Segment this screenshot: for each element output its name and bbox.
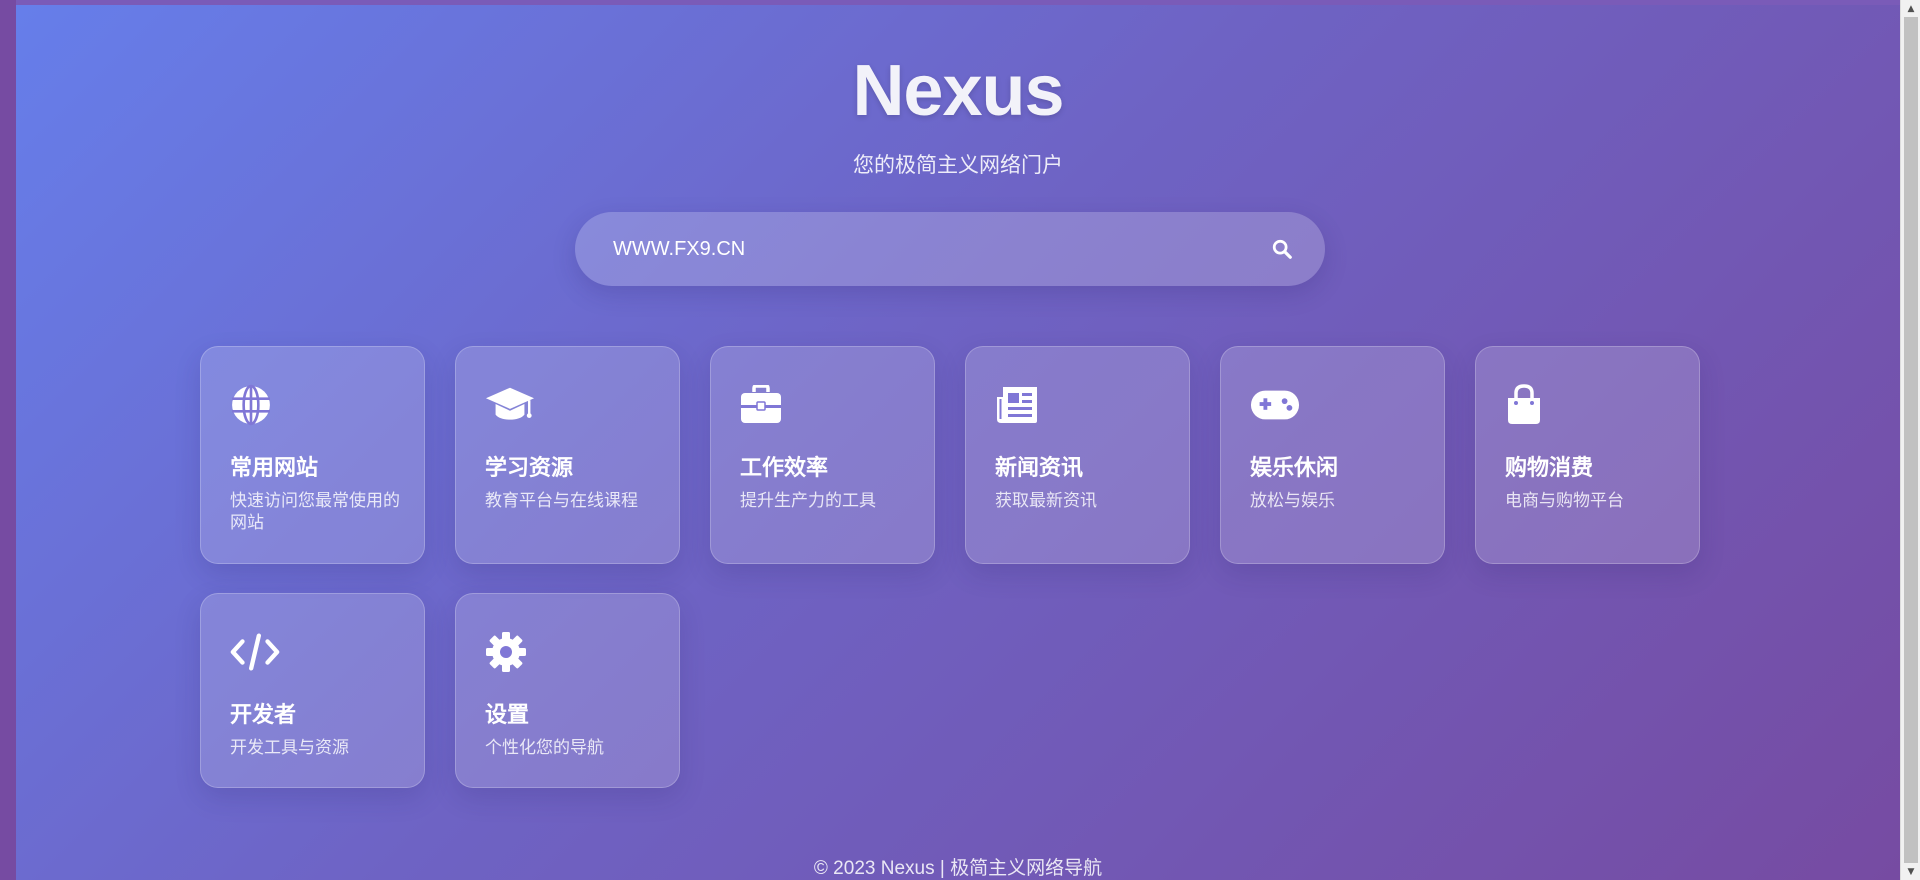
globe-icon: [230, 383, 280, 427]
search-icon: [1272, 239, 1292, 259]
card-title: 娱乐休闲: [1250, 455, 1339, 480]
gamepad-icon: [1250, 383, 1300, 427]
graduation-cap-icon: [485, 383, 535, 427]
card-title: 购物消费: [1505, 455, 1594, 480]
card-title: 学习资源: [485, 455, 574, 480]
scroll-down-arrow-icon[interactable]: ▼: [1901, 863, 1920, 880]
search-input[interactable]: [613, 212, 1233, 286]
card-description: 开发工具与资源: [230, 738, 349, 757]
card-title: 工作效率: [740, 455, 829, 480]
card-title: 新闻资讯: [995, 455, 1084, 480]
card-description: 电商与购物平台: [1505, 491, 1624, 510]
card-title: 常用网站: [230, 455, 319, 480]
card-learning-resources[interactable]: 学习资源 教育平台与在线课程: [455, 346, 680, 564]
card-productivity[interactable]: 工作效率 提升生产力的工具: [710, 346, 935, 564]
card-developer[interactable]: 开发者 开发工具与资源: [200, 593, 425, 788]
search-bar: [575, 212, 1325, 286]
code-icon: [230, 630, 280, 674]
page-background: Nexus 您的极简主义网络门户 常用网站 快速访问您最常使用的网站: [16, 0, 1900, 880]
footer-text: © 2023 Nexus | 极简主义网络导航: [813, 858, 1103, 879]
card-entertainment[interactable]: 娱乐休闲 放松与娱乐: [1220, 346, 1445, 564]
card-description: 教育平台与在线课程: [485, 491, 638, 510]
page-title: Nexus: [852, 51, 1064, 131]
card-title: 开发者: [230, 702, 297, 727]
card-description: 放松与娱乐: [1250, 491, 1335, 510]
shopping-bag-icon: [1505, 383, 1555, 427]
card-description: 获取最新资讯: [995, 491, 1097, 510]
card-description: 提升生产力的工具: [740, 491, 876, 510]
card-title: 设置: [485, 702, 530, 727]
card-news[interactable]: 新闻资讯 获取最新资讯: [965, 346, 1190, 564]
briefcase-icon: [740, 383, 790, 427]
card-description: 个性化您的导航: [485, 738, 604, 757]
vertical-scrollbar[interactable]: ▲ ▼: [1900, 0, 1920, 880]
search-button[interactable]: [1269, 236, 1295, 262]
gear-icon: [485, 630, 535, 674]
card-settings[interactable]: 设置 个性化您的导航: [455, 593, 680, 788]
page-subtitle: 您的极简主义网络门户: [853, 154, 1063, 177]
card-common-sites[interactable]: 常用网站 快速访问您最常使用的网站: [200, 346, 425, 564]
card-shopping[interactable]: 购物消费 电商与购物平台: [1475, 346, 1700, 564]
scroll-up-arrow-icon[interactable]: ▲: [1901, 0, 1920, 17]
scrollbar-thumb[interactable]: [1904, 17, 1918, 863]
newspaper-icon: [995, 383, 1045, 427]
card-description: 快速访问您最常使用的网站: [230, 491, 400, 532]
